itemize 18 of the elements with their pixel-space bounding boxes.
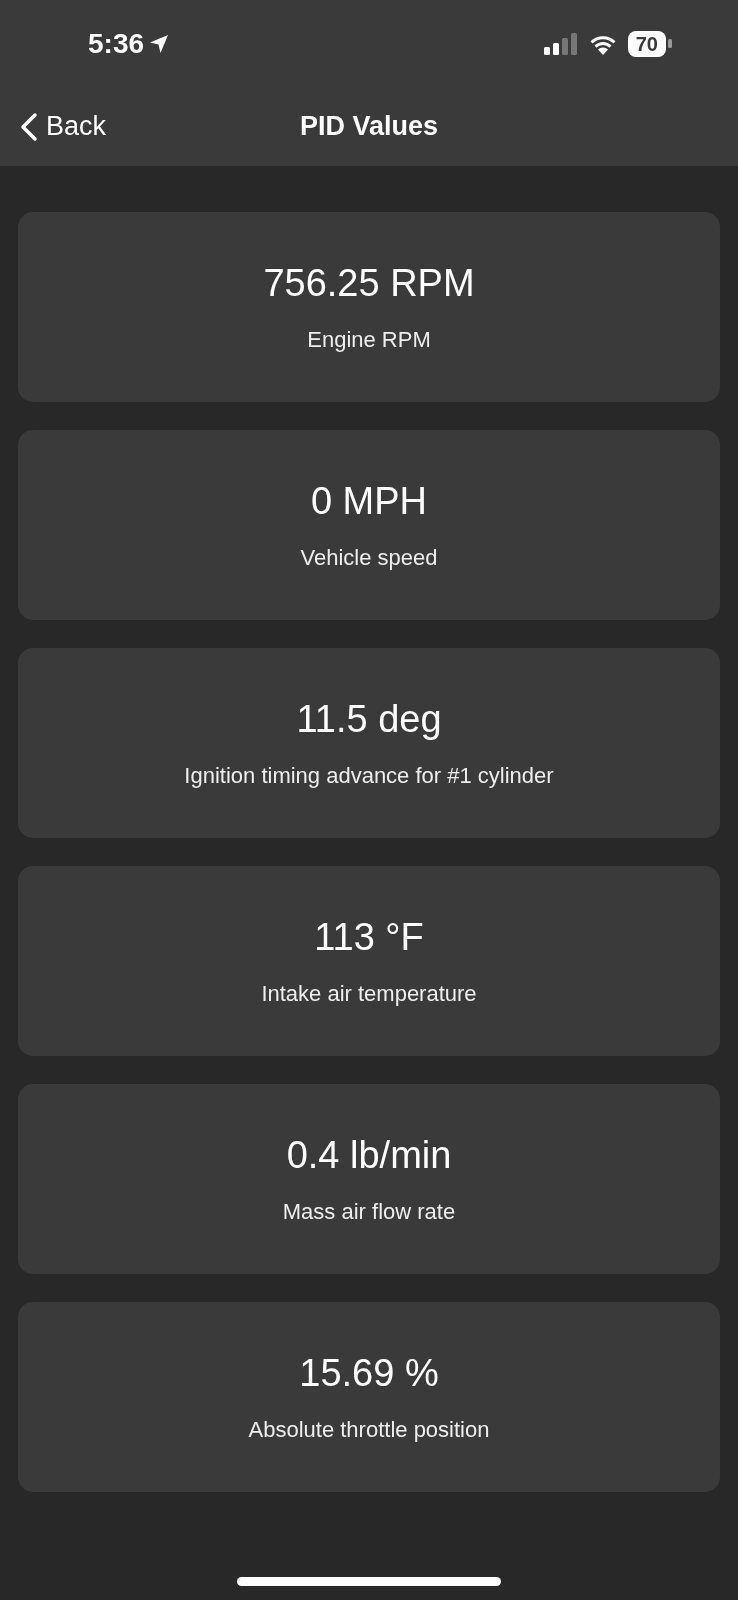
signal-icon xyxy=(543,32,578,55)
reading-label: Ignition timing advance for #1 cylinder xyxy=(184,762,554,789)
screen-title: PID Values xyxy=(299,111,439,142)
reading-label: Vehicle speed xyxy=(300,544,438,571)
reading-value: 15.69 % xyxy=(299,1351,439,1395)
reading-label: Engine RPM xyxy=(307,326,431,353)
status-time: 5:36 xyxy=(88,27,145,60)
reading-value: 0 MPH xyxy=(310,479,428,523)
reading-label: Intake air temperature xyxy=(261,980,477,1007)
back-button[interactable]: Back xyxy=(20,111,107,142)
reading-value: 11.5 deg xyxy=(296,697,442,741)
reading-label: Mass air flow rate xyxy=(282,1198,456,1225)
chevron-left-icon xyxy=(20,111,38,142)
reading-value: 756.25 RPM xyxy=(263,261,475,305)
reading-value: 0.4 lb/min xyxy=(286,1133,452,1177)
reading-value: 113 °F xyxy=(314,915,424,959)
reading-label: Absolute throttle position xyxy=(248,1416,490,1443)
location-arrow-icon xyxy=(148,32,171,55)
